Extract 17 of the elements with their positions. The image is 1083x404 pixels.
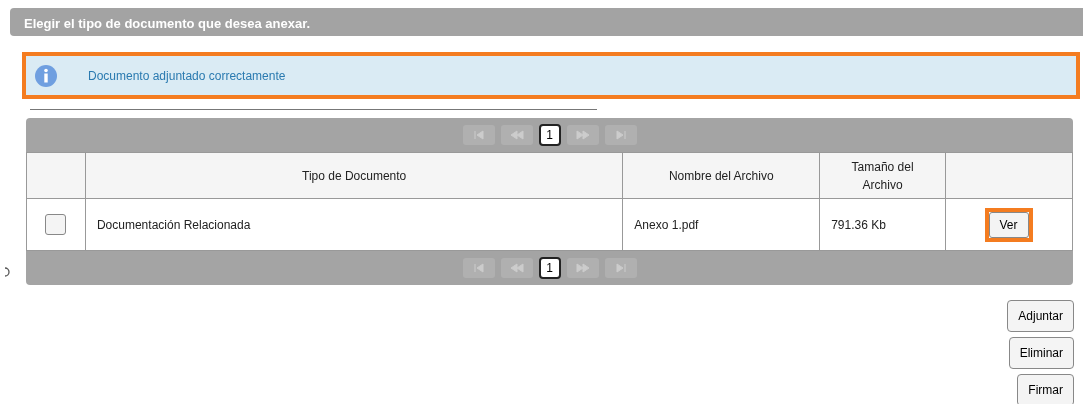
- column-header: Tamaño del Archivo: [850, 158, 915, 194]
- action-button[interactable]: Adjuntar: [1007, 300, 1074, 332]
- section-title: Elegir el tipo de documento que desea anexar.: [10, 8, 1083, 36]
- arc-icon: [4, 267, 10, 277]
- column-header: Nombre del Archivo: [668, 168, 774, 183]
- action-button[interactable]: Eliminar: [1008, 337, 1074, 369]
- page-number-button[interactable]: 1: [538, 124, 561, 146]
- column-header: Tipo de Documento: [302, 168, 407, 183]
- action-button[interactable]: Firmar: [1017, 374, 1074, 404]
- view-button[interactable]: Ver: [988, 211, 1029, 238]
- info-icon: [34, 63, 58, 88]
- row-checkbox[interactable]: [44, 214, 66, 235]
- message-text: Documento adjuntado correctamente: [88, 67, 286, 85]
- table-cell: 791.36 Kb: [831, 217, 886, 232]
- page-number-button[interactable]: 1: [538, 257, 561, 279]
- table-cell: Documentación Relacionada: [96, 217, 251, 232]
- table-cell: Anexo 1.pdf: [634, 217, 699, 232]
